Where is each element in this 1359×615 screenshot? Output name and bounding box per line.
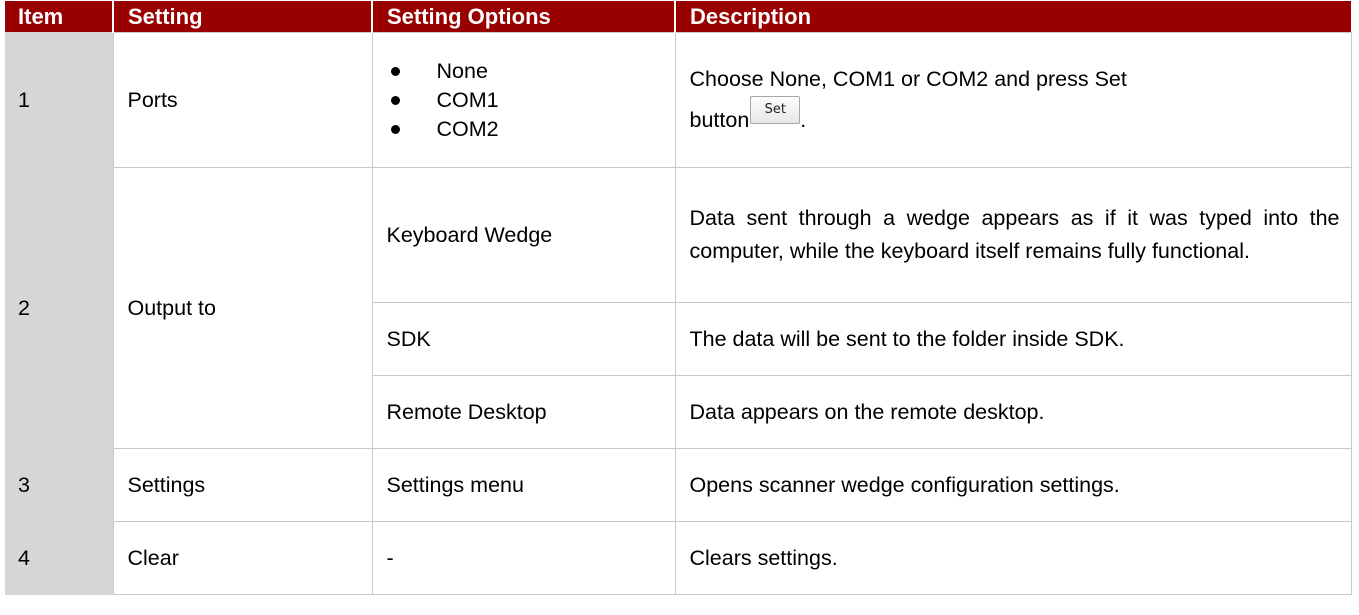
setting-name: Settings [112,448,373,522]
description-end: . [800,108,807,132]
description: Data sent through a wedge appears as if … [674,167,1352,303]
setting-option: - [371,521,676,595]
bullet-icon [390,124,400,134]
setting-options: None COM1 COM2 [371,32,676,168]
setting-name: Ports [112,32,373,168]
item-number: 4 [5,521,114,595]
description-line: button Set. [690,96,1340,137]
header-item: Item [5,1,113,33]
item-number: 3 [5,448,114,522]
description: The data will be sent to the folder insi… [674,302,1352,376]
header-row: Item Setting Setting Options Description [5,1,1351,33]
table-row: 3 Settings Settings menu Opens scanner w… [5,448,1352,522]
description: Opens scanner wedge configuration settin… [674,448,1352,522]
set-button[interactable]: Set [750,96,801,124]
bullet-icon [390,95,400,105]
description: Data appears on the remote desktop. [674,375,1352,449]
table-row: 4 Clear - Clears settings. [5,521,1352,595]
item-number: 1 [5,32,114,168]
setting-name: Output to [112,167,373,449]
header-setting-options: Setting Options [371,1,675,33]
option-label: None [436,58,488,83]
description-text: Choose None, COM1 or COM2 and press Set [689,67,1127,91]
table-row: 1 Ports None COM1 COM2 Choose None, COM1… [5,32,1352,168]
setting-option: Remote Desktop [371,375,676,449]
table-row: 2 Output to Keyboard Wedge Data sent thr… [5,167,1352,449]
list-item: COM1 [387,86,675,115]
header-description: Description [674,1,1351,33]
list-item: COM2 [387,115,675,144]
item-number: 2 [5,167,114,449]
list-item: None [387,57,675,86]
options-list: None COM1 COM2 [387,57,675,144]
header-setting: Setting [112,1,372,33]
setting-option: Settings menu [371,448,676,522]
description: Clears settings. [674,521,1352,595]
setting-option: Keyboard Wedge [371,167,676,303]
description-text: button [689,108,750,132]
option-label: COM1 [436,87,499,112]
bullet-icon [390,66,400,76]
description: Choose None, COM1 or COM2 and press Set … [674,32,1352,168]
settings-table: Item Setting Setting Options Description… [5,1,1352,595]
setting-name: Clear [112,521,373,595]
option-label: COM2 [436,116,499,141]
setting-option: SDK [371,302,676,376]
